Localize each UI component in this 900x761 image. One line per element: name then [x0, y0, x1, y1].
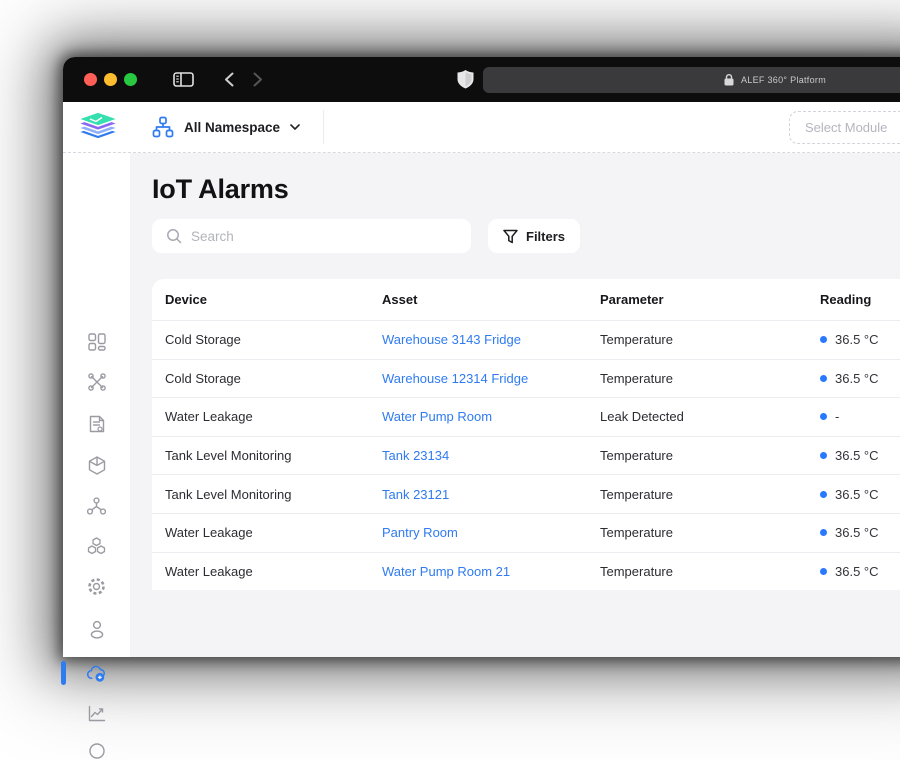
column-header-asset: Asset	[382, 292, 418, 307]
device-cell: Water Leakage	[165, 525, 253, 541]
parameter-cell: Temperature	[600, 332, 673, 348]
reading-status-dot	[820, 413, 827, 421]
search-input[interactable]: Search	[152, 219, 471, 253]
reading-value: 36.5 °C	[835, 486, 879, 502]
reading-cell: 36.5 °C	[820, 487, 900, 502]
gear-icon[interactable]	[87, 576, 107, 596]
header-divider	[323, 110, 325, 144]
chart-icon[interactable]	[87, 703, 107, 723]
device-cell: Water Leakage	[165, 563, 253, 579]
table-row: Cold Storage Warehouse 3143 Fridge Tempe…	[152, 320, 900, 359]
table-row: Water Leakage Water Pump Room Leak Detec…	[152, 397, 900, 436]
tools-icon[interactable]	[87, 372, 107, 392]
table-row: Water Leakage Water Pump Room 21 Tempera…	[152, 551, 900, 591]
app-logo[interactable]	[76, 110, 120, 144]
filters-button[interactable]: Filters	[488, 219, 581, 253]
chevron-down-icon	[290, 124, 300, 130]
namespace-selector[interactable]: All Namespace	[152, 116, 300, 138]
dashboard-grid-icon[interactable]	[87, 332, 107, 352]
device-cell: Cold Storage	[165, 332, 241, 348]
reading-status-dot	[820, 529, 827, 537]
table-row: Tank Level Monitoring Tank 23134 Tempera…	[152, 435, 900, 475]
parameter-cell: Temperature	[600, 448, 673, 464]
close-window-button[interactable]	[84, 73, 97, 86]
table-body: Cold Storage Warehouse 3143 Fridge Tempe…	[152, 320, 900, 590]
maximize-window-button[interactable]	[124, 73, 137, 86]
table-header-row: Device Asset Parameter Reading	[152, 279, 900, 320]
app-header: All Namespace Select Module	[63, 102, 900, 153]
asset-link[interactable]: Warehouse 12314 Fridge	[382, 371, 600, 386]
sidebar-toggle-icon[interactable]	[173, 72, 194, 87]
parameter-cell: Leak Detected	[600, 409, 684, 425]
table-row: Water Leakage Pantry Room Temperature 36…	[152, 512, 900, 552]
reading-value: -	[835, 409, 840, 425]
namespace-hierarchy-icon	[152, 116, 174, 138]
module-select[interactable]: Select Module	[789, 111, 900, 144]
cloud-sync-icon[interactable]	[60, 661, 107, 685]
user-icon[interactable]	[87, 619, 107, 639]
reading-cell: 36.5 °C	[820, 371, 900, 386]
asset-link[interactable]: Pantry Room	[382, 525, 600, 540]
back-button-icon[interactable]	[224, 72, 234, 87]
reading-cell: 36.5 °C	[820, 564, 900, 579]
traffic-lights	[84, 73, 137, 86]
search-placeholder: Search	[191, 228, 234, 244]
reading-status-dot	[820, 490, 827, 498]
asset-link[interactable]: Tank 23134	[382, 448, 600, 463]
namespace-label: All Namespace	[184, 119, 281, 135]
table-row: Cold Storage Warehouse 12314 Fridge Temp…	[152, 358, 900, 398]
reading-cell: 36.5 °C	[820, 525, 900, 540]
shield-privacy-icon[interactable]	[457, 70, 474, 89]
reading-cell: -	[820, 409, 900, 424]
parameter-cell: Temperature	[600, 486, 673, 502]
funnel-icon	[503, 229, 518, 244]
search-icon	[166, 228, 182, 244]
column-header-parameter: Parameter	[600, 292, 664, 307]
browser-window: ALEF 360° Platform All Namespace Select …	[60, 57, 900, 759]
asset-link[interactable]: Water Pump Room	[382, 409, 600, 424]
device-cell: Tank Level Monitoring	[165, 486, 292, 502]
report-document-icon[interactable]	[87, 414, 107, 434]
alarms-table: Device Asset Parameter Reading Cold Stor…	[152, 279, 900, 591]
forward-button-icon[interactable]	[253, 72, 263, 87]
reading-cell: 36.5 °C	[820, 448, 900, 463]
reading-value: 36.5 °C	[835, 525, 879, 541]
minimize-window-button[interactable]	[104, 73, 117, 86]
reading-status-dot	[820, 374, 827, 382]
reading-value: 36.5 °C	[835, 563, 879, 579]
cube-icon[interactable]	[87, 455, 107, 475]
table-row: Tank Level Monitoring Tank 23121 Tempera…	[152, 474, 900, 513]
parameter-cell: Temperature	[600, 370, 673, 386]
address-bar-text: ALEF 360° Platform	[740, 75, 827, 85]
module-select-placeholder: Select Module	[805, 120, 888, 135]
device-cell: Cold Storage	[165, 370, 241, 386]
network-nodes-icon[interactable]	[87, 496, 107, 516]
bottom-partial-icon[interactable]	[87, 741, 107, 761]
parameter-cell: Temperature	[600, 563, 673, 579]
column-header-device: Device	[165, 292, 207, 307]
parameter-cell: Temperature	[600, 525, 673, 541]
content-area: IoT Alarms Search Filters Device Asset P…	[130, 153, 900, 657]
lock-icon	[724, 74, 734, 86]
browser-titlebar: ALEF 360° Platform	[63, 57, 900, 102]
device-cell: Tank Level Monitoring	[165, 448, 292, 464]
asset-link[interactable]: Water Pump Room 21	[382, 564, 600, 579]
asset-link[interactable]: Warehouse 3143 Fridge	[382, 332, 600, 347]
filters-button-label: Filters	[526, 228, 566, 244]
app-sidebar	[60, 153, 130, 759]
page-title: IoT Alarms	[152, 174, 289, 204]
asset-link[interactable]: Tank 23121	[382, 487, 600, 502]
reading-value: 36.5 °C	[835, 332, 879, 348]
reading-cell: 36.5 °C	[820, 332, 900, 347]
reading-value: 36.5 °C	[835, 370, 879, 386]
address-bar[interactable]: ALEF 360° Platform	[483, 67, 900, 93]
cubes-stack-icon[interactable]	[87, 536, 107, 556]
reading-status-dot	[820, 567, 827, 575]
reading-status-dot	[820, 336, 827, 344]
device-cell: Water Leakage	[165, 409, 253, 425]
reading-value: 36.5 °C	[835, 448, 879, 464]
reading-status-dot	[820, 452, 827, 460]
column-header-reading: Reading	[820, 292, 872, 307]
